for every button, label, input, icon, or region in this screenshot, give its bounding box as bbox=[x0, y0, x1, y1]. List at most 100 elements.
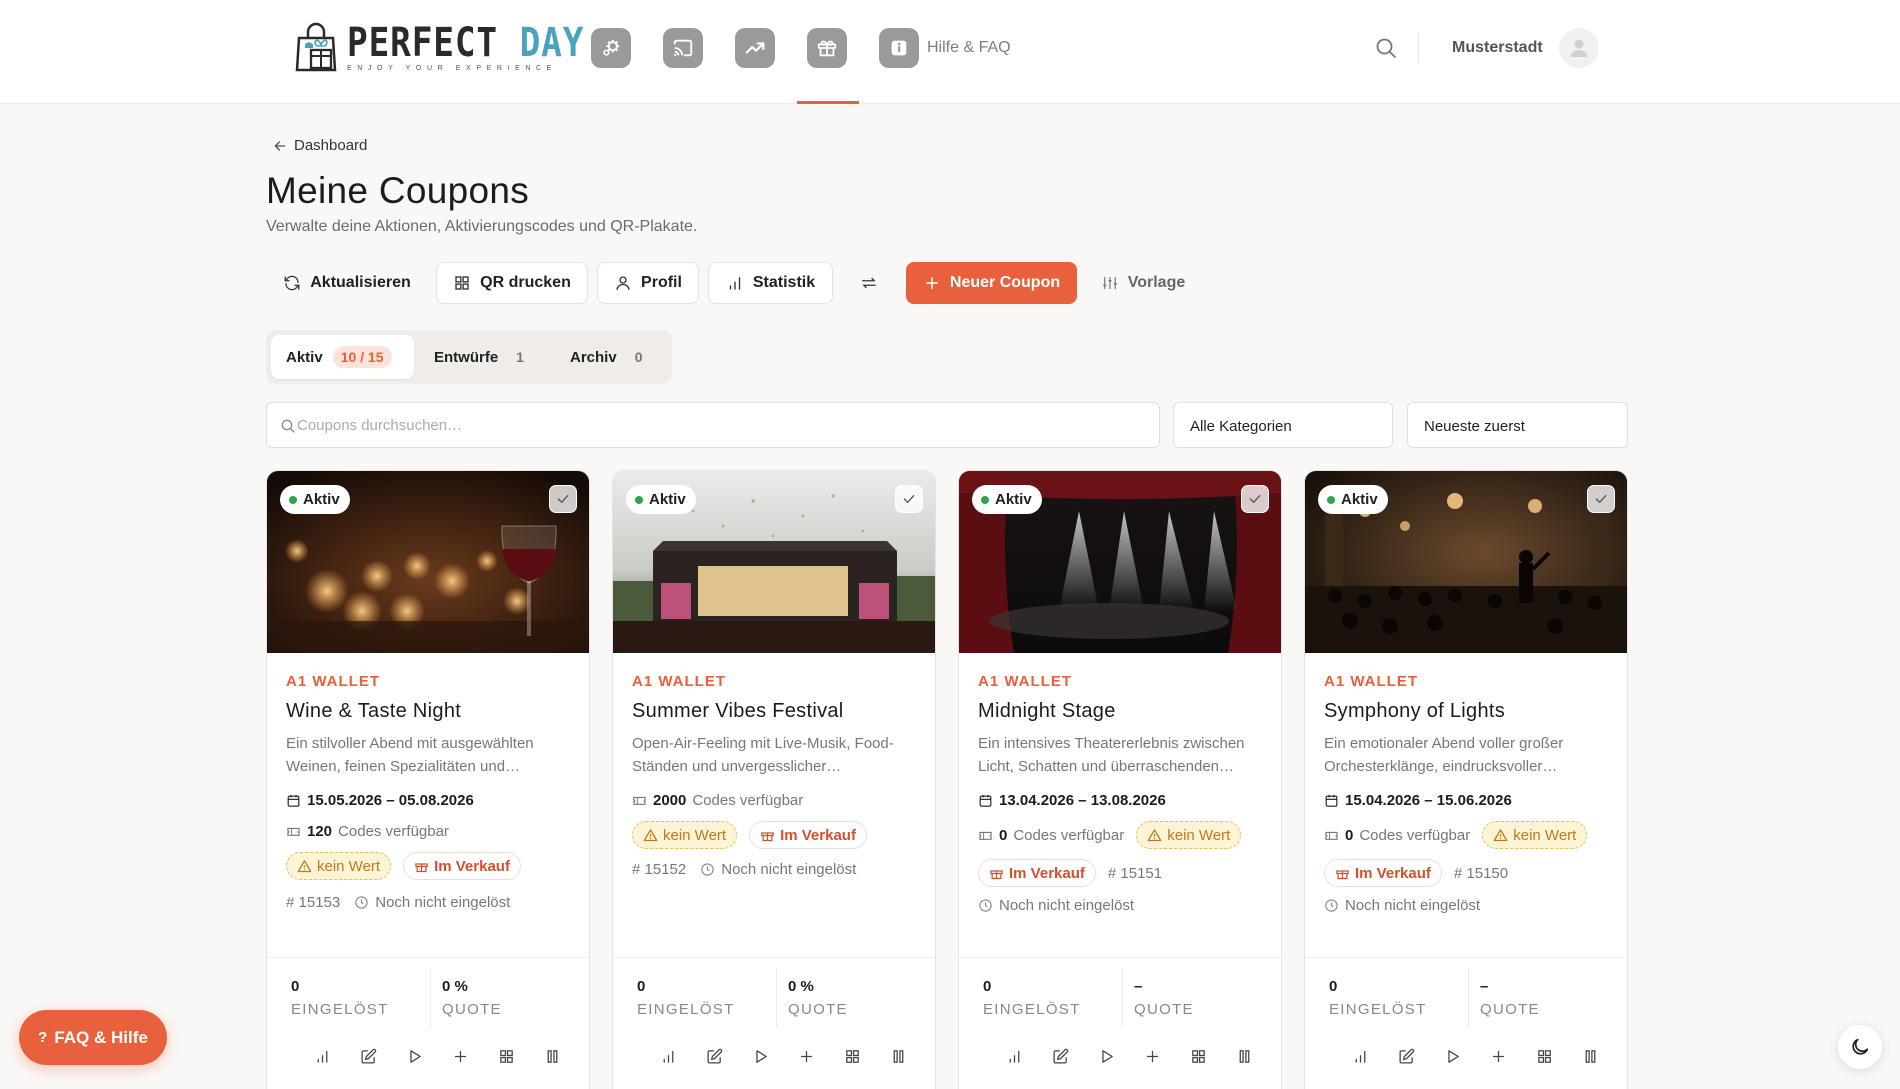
stats-action[interactable] bbox=[1343, 1039, 1377, 1073]
check-icon bbox=[1595, 495, 1607, 503]
city-name[interactable]: Musterstadt bbox=[1452, 39, 1543, 57]
quote-value: – bbox=[1480, 978, 1489, 995]
stats-action[interactable] bbox=[997, 1039, 1031, 1073]
tab-active[interactable]: Aktiv 10 / 15 bbox=[271, 335, 414, 379]
brand-logo[interactable]: PERFECT DAY ENJOY YOUR EXPERIENCE bbox=[293, 22, 623, 74]
qr-action[interactable] bbox=[1181, 1039, 1215, 1073]
pause-action[interactable] bbox=[881, 1039, 915, 1073]
stats-action[interactable] bbox=[305, 1039, 339, 1073]
edit-action[interactable] bbox=[1043, 1039, 1077, 1073]
logo-wordmark-accent: DAY bbox=[519, 20, 585, 66]
play-action[interactable] bbox=[743, 1039, 777, 1073]
category-select[interactable]: Alle Kategorien bbox=[1173, 402, 1393, 448]
profile-label: Profil bbox=[641, 274, 682, 291]
logo-tagline: ENJOY YOUR EXPERIENCE bbox=[347, 65, 557, 72]
nav-coupons-button[interactable] bbox=[807, 28, 847, 68]
faq-help-button[interactable]: ? FAQ & Hilfe bbox=[19, 1010, 167, 1065]
codes-available: 0 Codes verfügbar kein Wert bbox=[1324, 821, 1611, 849]
add-action[interactable] bbox=[1481, 1039, 1515, 1073]
coupon-card[interactable]: Aktiv A1 WALLET Midnight Stage Ein inten… bbox=[958, 470, 1282, 1089]
template-button[interactable]: Vorlage bbox=[1096, 262, 1190, 304]
pause-action[interactable] bbox=[1227, 1039, 1261, 1073]
qr-action[interactable] bbox=[1527, 1039, 1561, 1073]
bar-chart-icon bbox=[317, 1050, 327, 1063]
check-icon bbox=[557, 495, 569, 503]
refresh-button[interactable]: Aktualisieren bbox=[272, 262, 422, 304]
bar-chart-icon bbox=[663, 1050, 673, 1063]
add-action[interactable] bbox=[1135, 1039, 1169, 1073]
on-sale-badge: Im Verkauf bbox=[1324, 859, 1442, 887]
redeemed-label: EINGELÖST bbox=[1329, 1001, 1427, 1018]
redeemed-label: EINGELÖST bbox=[291, 1001, 389, 1018]
qr-action[interactable] bbox=[835, 1039, 869, 1073]
active-dot bbox=[981, 495, 989, 504]
breadcrumb[interactable]: Dashboard bbox=[272, 137, 367, 154]
plus-icon bbox=[1492, 1050, 1504, 1062]
theme-toggle-button[interactable] bbox=[1838, 1025, 1882, 1069]
swap-button[interactable] bbox=[852, 262, 886, 304]
coupon-category: A1 WALLET bbox=[632, 673, 726, 690]
codes-available: 120 Codes verfügbar bbox=[286, 823, 573, 840]
play-action[interactable] bbox=[1089, 1039, 1123, 1073]
header-divider bbox=[1418, 33, 1419, 63]
user-icon bbox=[616, 276, 630, 290]
meta-row: # 15152 Noch nicht eingelöst bbox=[632, 861, 919, 878]
trending-icon bbox=[745, 42, 765, 54]
quote-value: 0 % bbox=[442, 978, 468, 995]
pause-action[interactable] bbox=[535, 1039, 569, 1073]
avatar[interactable] bbox=[1559, 28, 1599, 68]
search-input[interactable] bbox=[297, 403, 1097, 447]
edit-action[interactable] bbox=[1389, 1039, 1423, 1073]
qr-print-button[interactable]: QR drucken bbox=[436, 262, 588, 304]
calendar-icon bbox=[1325, 794, 1338, 807]
select-checkbox[interactable] bbox=[895, 485, 923, 513]
redeemed-value: 0 bbox=[1329, 978, 1338, 995]
badge-row: Im Verkauf # 15151 bbox=[978, 859, 1265, 887]
add-action[interactable] bbox=[789, 1039, 823, 1073]
qr-action[interactable] bbox=[489, 1039, 523, 1073]
statistics-button[interactable]: Statistik bbox=[708, 262, 833, 304]
quote-value: – bbox=[1134, 978, 1143, 995]
select-checkbox[interactable] bbox=[1587, 485, 1615, 513]
nav-cast-button[interactable] bbox=[663, 28, 703, 68]
tab-archive-label: Archiv bbox=[570, 348, 617, 366]
coupon-card[interactable]: Aktiv A1 WALLET Summer Vibes Festival Op… bbox=[612, 470, 936, 1089]
coupon-category: A1 WALLET bbox=[286, 673, 380, 690]
search-icon[interactable] bbox=[1374, 36, 1398, 60]
active-dot bbox=[635, 495, 643, 504]
tab-drafts[interactable]: Entwürfe 1 bbox=[434, 335, 524, 379]
nav-info-button[interactable] bbox=[879, 28, 919, 68]
stats-action[interactable] bbox=[651, 1039, 685, 1073]
add-action[interactable] bbox=[443, 1039, 477, 1073]
redeemed-value: 0 bbox=[637, 978, 646, 995]
nav-help-link[interactable]: Hilfe & FAQ bbox=[927, 39, 1011, 57]
select-checkbox[interactable] bbox=[1241, 485, 1269, 513]
coupon-card[interactable]: Aktiv A1 WALLET Symphony of Lights Ein e… bbox=[1304, 470, 1628, 1089]
profile-button[interactable]: Profil bbox=[597, 262, 699, 304]
pause-action[interactable] bbox=[1573, 1039, 1607, 1073]
tab-archive[interactable]: Archiv 0 bbox=[570, 335, 642, 379]
breadcrumb-label: Dashboard bbox=[294, 137, 368, 154]
edit-action[interactable] bbox=[697, 1039, 731, 1073]
coupon-title: Midnight Stage bbox=[978, 700, 1116, 722]
select-checkbox[interactable] bbox=[549, 485, 577, 513]
cast-icon bbox=[673, 39, 693, 57]
edit-action[interactable] bbox=[351, 1039, 385, 1073]
clock-icon bbox=[1325, 899, 1338, 912]
nav-statistics-button[interactable] bbox=[735, 28, 775, 68]
status-label: Aktiv bbox=[995, 491, 1032, 508]
coupon-card[interactable]: Aktiv A1 WALLET Wine & Taste Night Ein s… bbox=[266, 470, 590, 1089]
sort-select[interactable]: Neueste zuerst bbox=[1407, 402, 1628, 448]
ticket-icon bbox=[979, 831, 992, 840]
redeemed-label: EINGELÖST bbox=[637, 1001, 735, 1018]
grid-icon bbox=[845, 1049, 859, 1063]
play-action[interactable] bbox=[1435, 1039, 1469, 1073]
nav-settings-button[interactable] bbox=[591, 28, 631, 68]
badge-row: kein Wert Im Verkauf bbox=[286, 852, 573, 880]
quote-label: QUOTE bbox=[442, 1001, 502, 1018]
warning-icon bbox=[1493, 828, 1508, 841]
plus-icon bbox=[800, 1050, 812, 1062]
status-label: Aktiv bbox=[303, 491, 340, 508]
new-coupon-button[interactable]: Neuer Coupon bbox=[906, 262, 1077, 304]
play-action[interactable] bbox=[397, 1039, 431, 1073]
